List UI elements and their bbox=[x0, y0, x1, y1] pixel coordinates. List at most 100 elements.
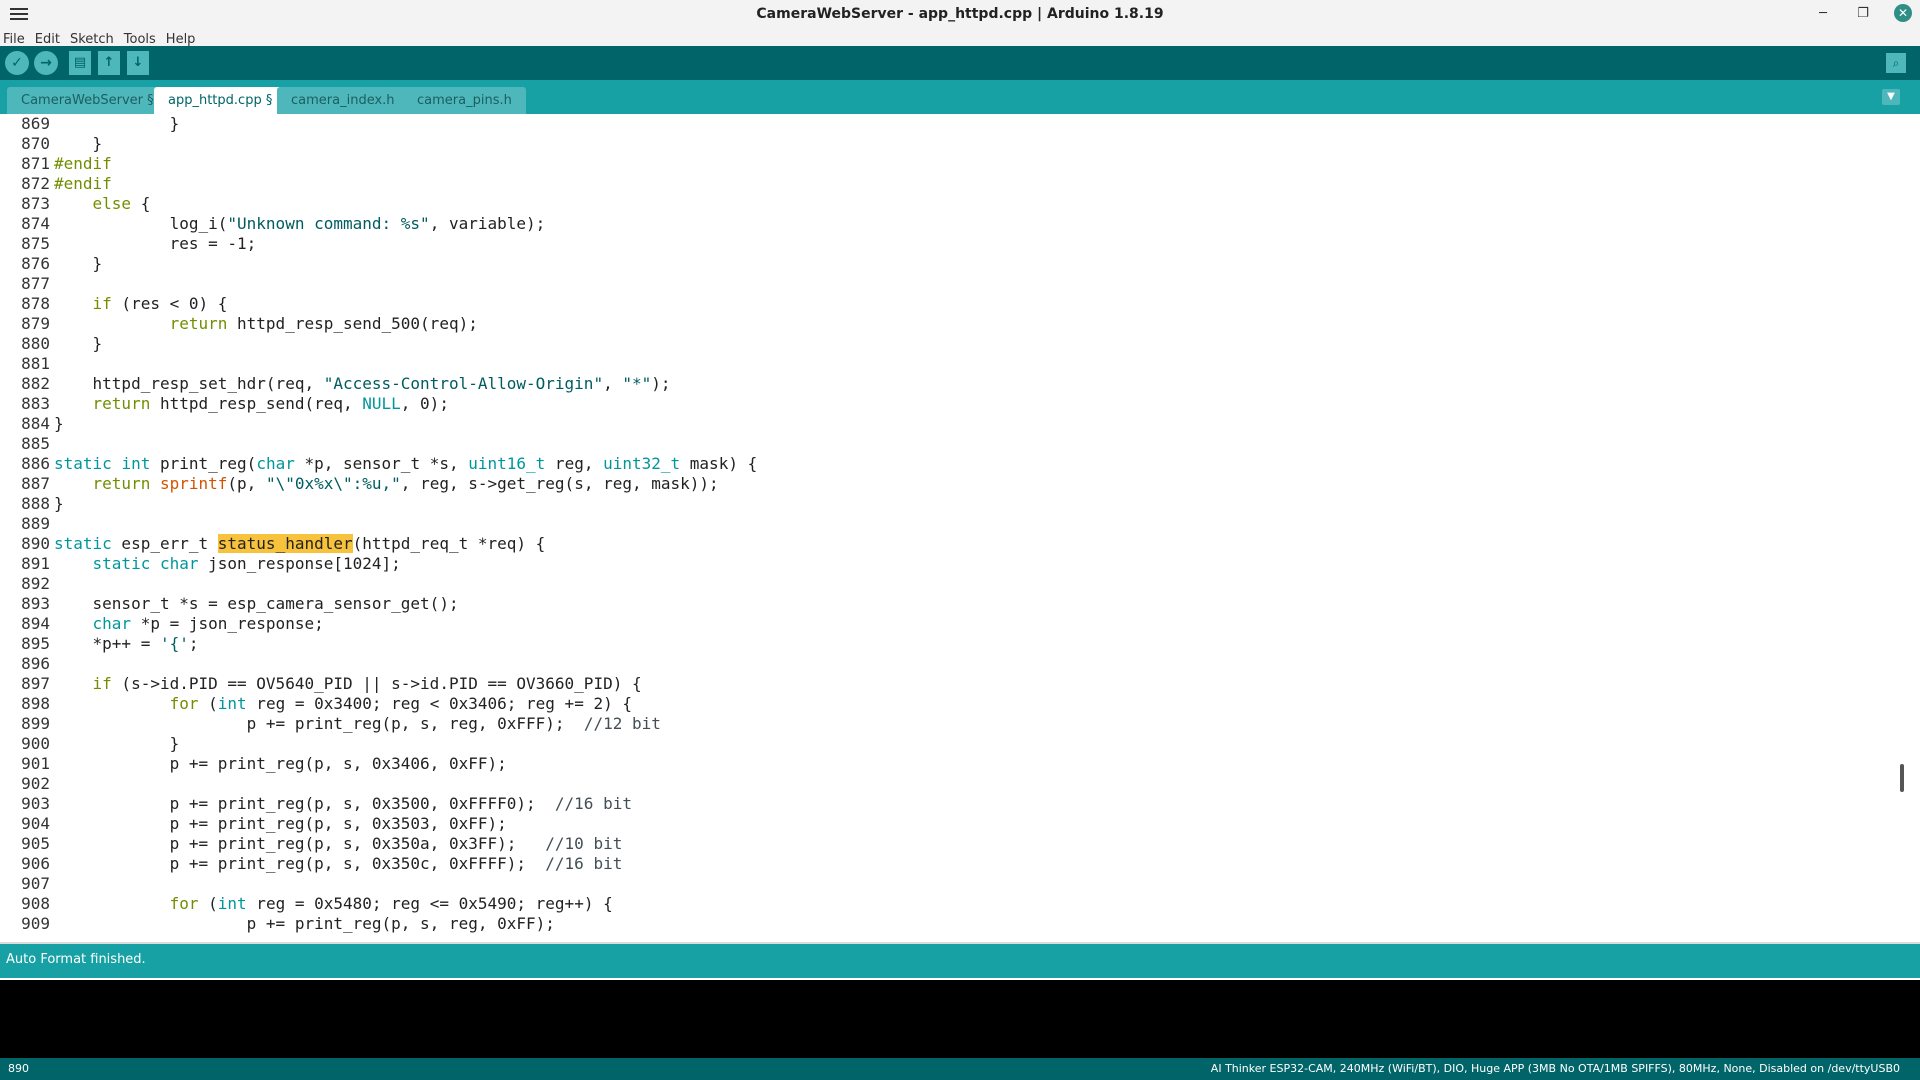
code-text[interactable]: } bbox=[54, 114, 180, 133]
code-line[interactable]: 871 #endif bbox=[0, 154, 1900, 174]
tab-camera-pins[interactable]: camera_pins.h bbox=[403, 87, 526, 114]
tab-app-httpd[interactable]: app_httpd.cpp § bbox=[154, 87, 287, 114]
new-sketch-icon[interactable]: ▤ bbox=[69, 51, 91, 75]
minimize-icon[interactable]: ─ bbox=[1814, 6, 1832, 21]
code-line[interactable]: 882 httpd_resp_set_hdr(req, "Access-Cont… bbox=[0, 374, 1900, 394]
tab-camera-index[interactable]: camera_index.h bbox=[277, 87, 409, 114]
line-number: 871 bbox=[21, 154, 50, 173]
code-line[interactable]: 885 bbox=[0, 434, 1900, 454]
line-number: 877 bbox=[21, 274, 50, 293]
code-text[interactable]: log_i("Unknown command: %s", variable); bbox=[54, 214, 546, 233]
code-line[interactable]: 873 else { bbox=[0, 194, 1900, 214]
code-text[interactable]: } bbox=[54, 494, 64, 513]
code-text[interactable]: } bbox=[54, 254, 103, 273]
code-text[interactable]: *p++ = '{'; bbox=[54, 634, 199, 653]
code-text[interactable]: } bbox=[54, 134, 103, 153]
code-line[interactable]: 902 bbox=[0, 774, 1900, 794]
line-number: 881 bbox=[21, 354, 50, 373]
vertical-scrollbar[interactable] bbox=[1900, 764, 1904, 792]
code-text[interactable]: sensor_t *s = esp_camera_sensor_get(); bbox=[54, 594, 459, 613]
code-line[interactable]: 889 bbox=[0, 514, 1900, 534]
code-text[interactable]: p += print_reg(p, s, 0x3500, 0xFFFF0); /… bbox=[54, 794, 632, 813]
code-text[interactable]: static char json_response[1024]; bbox=[54, 554, 401, 573]
code-line[interactable]: 894 char *p = json_response; bbox=[0, 614, 1900, 634]
code-text[interactable]: } bbox=[54, 414, 64, 433]
code-text[interactable]: p += print_reg(p, s, 0x3503, 0xFF); bbox=[54, 814, 507, 833]
code-line[interactable]: 905 p += print_reg(p, s, 0x350a, 0x3FF);… bbox=[0, 834, 1900, 854]
upload-icon[interactable]: → bbox=[34, 51, 58, 75]
code-line[interactable]: 880 } bbox=[0, 334, 1900, 354]
code-text[interactable]: } bbox=[54, 334, 103, 353]
tab-menu-icon[interactable]: ▼ bbox=[1882, 89, 1900, 105]
serial-monitor-icon[interactable]: ⌕ bbox=[1886, 53, 1906, 73]
code-text[interactable]: else { bbox=[54, 194, 151, 213]
code-line[interactable]: 895 *p++ = '{'; bbox=[0, 634, 1900, 654]
code-line[interactable]: 870 } bbox=[0, 134, 1900, 154]
code-text[interactable]: p += print_reg(p, s, reg, 0xFF); bbox=[54, 914, 555, 933]
code-line[interactable]: 877 bbox=[0, 274, 1900, 294]
line-number: 895 bbox=[21, 634, 50, 653]
code-text[interactable]: res = -1; bbox=[54, 234, 257, 253]
code-text[interactable]: return httpd_resp_send_500(req); bbox=[54, 314, 478, 333]
code-text[interactable]: for (int reg = 0x3400; reg < 0x3406; reg… bbox=[54, 694, 632, 713]
code-line[interactable]: 875 res = -1; bbox=[0, 234, 1900, 254]
code-line[interactable]: 878 if (res < 0) { bbox=[0, 294, 1900, 314]
code-line[interactable]: 898 for (int reg = 0x3400; reg < 0x3406;… bbox=[0, 694, 1900, 714]
maximize-icon[interactable]: ❐ bbox=[1854, 6, 1872, 21]
tab-camerawebserver[interactable]: CameraWebServer § bbox=[7, 87, 168, 114]
code-line[interactable]: 897 if (s->id.PID == OV5640_PID || s->id… bbox=[0, 674, 1900, 694]
save-icon[interactable]: ↓ bbox=[127, 51, 149, 75]
code-line[interactable]: 892 bbox=[0, 574, 1900, 594]
line-number: 902 bbox=[21, 774, 50, 793]
line-number: 878 bbox=[21, 294, 50, 313]
code-line[interactable]: 899 p += print_reg(p, s, reg, 0xFFF); //… bbox=[0, 714, 1900, 734]
code-text[interactable]: #endif bbox=[54, 154, 112, 173]
code-line[interactable]: 891 static char json_response[1024]; bbox=[0, 554, 1900, 574]
code-line[interactable]: 879 return httpd_resp_send_500(req); bbox=[0, 314, 1900, 334]
status-strip: Auto Format finished. bbox=[0, 944, 1920, 978]
code-text[interactable]: return sprintf(p, "\"0x%x\":%u,", reg, s… bbox=[54, 474, 719, 493]
code-line[interactable]: 908 for (int reg = 0x5480; reg <= 0x5490… bbox=[0, 894, 1900, 914]
code-line[interactable]: 886 static int print_reg(char *p, sensor_… bbox=[0, 454, 1900, 474]
code-text[interactable]: httpd_resp_set_hdr(req, "Access-Control-… bbox=[54, 374, 671, 393]
code-line[interactable]: 881 bbox=[0, 354, 1900, 374]
code-text[interactable]: p += print_reg(p, s, 0x350a, 0x3FF); //1… bbox=[54, 834, 623, 853]
code-line[interactable]: 900 } bbox=[0, 734, 1900, 754]
code-text[interactable]: p += print_reg(p, s, 0x350c, 0xFFFF); //… bbox=[54, 854, 623, 873]
line-number: 887 bbox=[21, 474, 50, 493]
code-editor[interactable]: 869 } 870 } 871 #endif 872 #endif 873 else {87… bbox=[0, 114, 1908, 942]
code-line[interactable]: 904 p += print_reg(p, s, 0x3503, 0xFF); bbox=[0, 814, 1900, 834]
code-text[interactable]: for (int reg = 0x5480; reg <= 0x5490; re… bbox=[54, 894, 613, 913]
code-line[interactable]: 907 bbox=[0, 874, 1900, 894]
code-text[interactable]: static esp_err_t status_handler(httpd_re… bbox=[54, 534, 545, 553]
code-text[interactable]: return httpd_resp_send(req, NULL, 0); bbox=[54, 394, 449, 413]
code-text[interactable]: static int print_reg(char *p, sensor_t *… bbox=[54, 454, 757, 473]
code-line[interactable]: 869 } bbox=[0, 114, 1900, 134]
line-number: 872 bbox=[21, 174, 50, 193]
code-text[interactable]: if (res < 0) { bbox=[54, 294, 228, 313]
code-line[interactable]: 876 } bbox=[0, 254, 1900, 274]
code-text[interactable]: } bbox=[54, 734, 180, 753]
code-line[interactable]: 884} bbox=[0, 414, 1900, 434]
code-text[interactable]: char *p = json_response; bbox=[54, 614, 324, 633]
console-output[interactable] bbox=[0, 978, 1920, 1060]
code-line[interactable]: 901 p += print_reg(p, s, 0x3406, 0xFF); bbox=[0, 754, 1900, 774]
code-line[interactable]: 872 #endif bbox=[0, 174, 1900, 194]
code-line[interactable]: 887 return sprintf(p, "\"0x%x\":%u,", re… bbox=[0, 474, 1900, 494]
code-text[interactable]: if (s->id.PID == OV5640_PID || s->id.PID… bbox=[54, 674, 642, 693]
code-line[interactable]: 906 p += print_reg(p, s, 0x350c, 0xFFFF)… bbox=[0, 854, 1900, 874]
code-text[interactable]: #endif bbox=[54, 174, 112, 193]
code-line[interactable]: 874 log_i("Unknown command: %s", variabl… bbox=[0, 214, 1900, 234]
code-line[interactable]: 903 p += print_reg(p, s, 0x3500, 0xFFFF0… bbox=[0, 794, 1900, 814]
code-line[interactable]: 890 static esp_err_t status_handler(httpd… bbox=[0, 534, 1900, 554]
code-line[interactable]: 909 p += print_reg(p, s, reg, 0xFF); bbox=[0, 914, 1900, 934]
close-icon[interactable]: ✕ bbox=[1894, 4, 1912, 22]
open-icon[interactable]: ↑ bbox=[98, 51, 120, 75]
code-line[interactable]: 896 bbox=[0, 654, 1900, 674]
code-text[interactable]: p += print_reg(p, s, 0x3406, 0xFF); bbox=[54, 754, 507, 773]
code-text[interactable]: p += print_reg(p, s, reg, 0xFFF); //12 b… bbox=[54, 714, 661, 733]
code-line[interactable]: 893 sensor_t *s = esp_camera_sensor_get(… bbox=[0, 594, 1900, 614]
verify-icon[interactable]: ✓ bbox=[5, 51, 29, 75]
code-line[interactable]: 883 return httpd_resp_send(req, NULL, 0)… bbox=[0, 394, 1900, 414]
code-line[interactable]: 888} bbox=[0, 494, 1900, 514]
